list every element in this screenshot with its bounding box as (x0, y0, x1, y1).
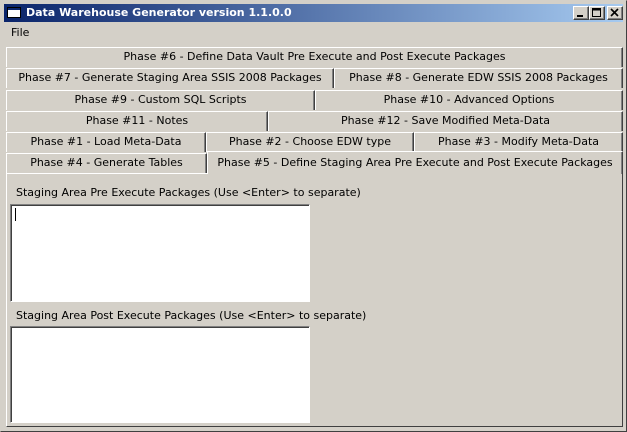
post-execute-textarea[interactable] (10, 326, 310, 423)
tab-phase-10[interactable]: Phase #10 - Advanced Options (315, 90, 623, 110)
tab-phase-7[interactable]: Phase #7 - Generate Staging Area SSIS 20… (6, 68, 334, 88)
maximize-button[interactable] (589, 6, 605, 20)
tab-phase-3[interactable]: Phase #3 - Modify Meta-Data (414, 132, 623, 152)
menu-bar: File (4, 23, 623, 42)
close-icon (610, 8, 619, 17)
maximize-icon (592, 8, 601, 17)
pre-execute-label: Staging Area Pre Execute Packages (Use <… (16, 186, 361, 199)
tab-phase-2[interactable]: Phase #2 - Choose EDW type (206, 132, 414, 152)
tab-phase-4[interactable]: Phase #4 - Generate Tables (6, 153, 207, 173)
tab-phase-8[interactable]: Phase #8 - Generate EDW SSIS 2008 Packag… (334, 68, 623, 88)
text-caret (15, 208, 16, 221)
post-execute-label: Staging Area Post Execute Packages (Use … (16, 309, 367, 322)
tab-phase-12[interactable]: Phase #12 - Save Modified Meta-Data (268, 111, 623, 131)
close-button[interactable] (607, 6, 623, 20)
menu-file[interactable]: File (11, 26, 29, 39)
tab-phase-1[interactable]: Phase #1 - Load Meta-Data (6, 132, 206, 152)
tab-phase-11[interactable]: Phase #11 - Notes (6, 111, 268, 131)
app-window-icon (7, 7, 21, 18)
window-title: Data Warehouse Generator version 1.1.0.0 (26, 6, 292, 19)
main-window: Data Warehouse Generator version 1.1.0.0… (0, 0, 627, 432)
pre-execute-textarea[interactable] (10, 204, 310, 302)
tab-phase-6[interactable]: Phase #6 - Define Data Vault Pre Execute… (6, 47, 623, 67)
tab-phase-5[interactable]: Phase #5 - Define Staging Area Pre Execu… (207, 151, 623, 174)
tab-content-panel: Staging Area Pre Execute Packages (Use <… (6, 173, 623, 427)
tab-phase-9[interactable]: Phase #9 - Custom SQL Scripts (6, 90, 315, 110)
title-bar[interactable]: Data Warehouse Generator version 1.1.0.0 (4, 4, 623, 22)
minimize-button[interactable] (573, 6, 589, 20)
minimize-icon (577, 15, 583, 17)
